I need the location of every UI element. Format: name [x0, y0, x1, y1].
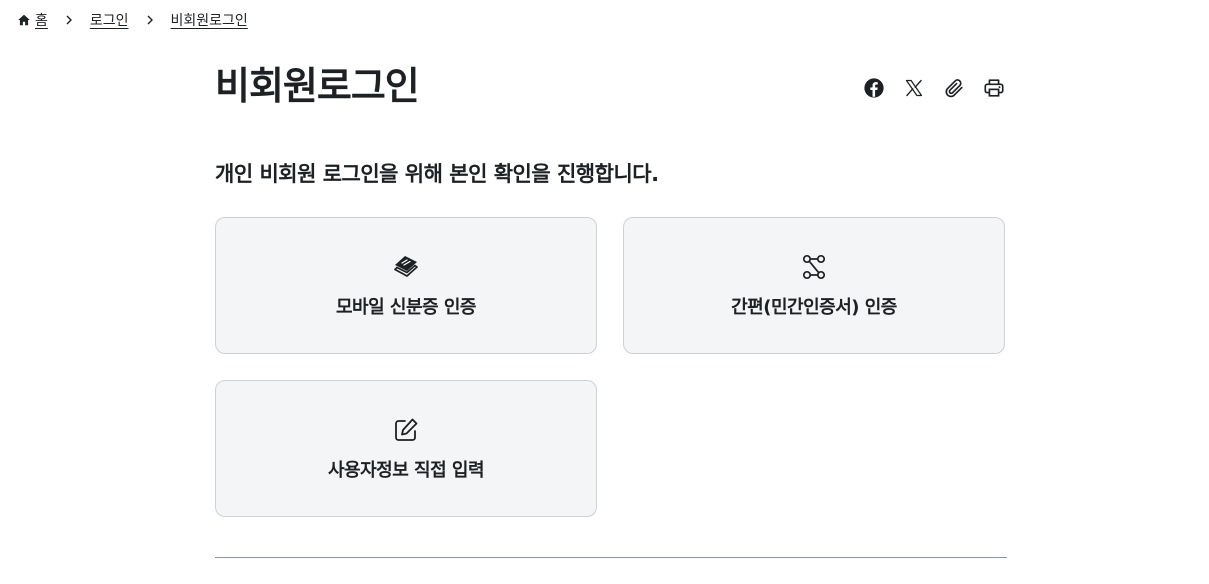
edit-icon [392, 416, 420, 444]
direct-input-button[interactable]: 사용자정보 직접 입력 [215, 380, 597, 517]
page-subtitle: 개인 비회원 로그인을 위해 본인 확인을 진행합니다. [215, 162, 659, 186]
card-label: 사용자정보 직접 입력 [327, 459, 485, 481]
chevron-right-icon [142, 12, 158, 28]
card-label: 간편(민간인증서) 인증 [731, 296, 897, 318]
home-icon [17, 13, 31, 27]
mobile-id-icon [392, 253, 420, 281]
mobile-id-auth-button[interactable]: 모바일 신분증 인증 [215, 217, 597, 354]
share-toolbar [862, 76, 1006, 100]
breadcrumb-home-link[interactable]: 홈 [35, 10, 48, 30]
x-icon[interactable] [902, 76, 926, 100]
paperclip-icon[interactable] [942, 76, 966, 100]
breadcrumb-guest-login-link[interactable]: 비회원로그인 [171, 10, 248, 30]
section-divider [215, 557, 1007, 558]
simple-auth-button[interactable]: 간편(민간인증서) 인증 [623, 217, 1005, 354]
page-title: 비회원로그인 [215, 64, 420, 108]
card-label: 모바일 신분증 인증 [335, 296, 477, 318]
print-icon[interactable] [982, 76, 1006, 100]
chevron-right-icon [61, 12, 77, 28]
breadcrumb: 홈 로그인 비회원로그인 [17, 10, 248, 30]
breadcrumb-login-link[interactable]: 로그인 [90, 10, 129, 30]
facebook-icon[interactable] [862, 76, 886, 100]
simple-auth-icon [800, 253, 828, 281]
